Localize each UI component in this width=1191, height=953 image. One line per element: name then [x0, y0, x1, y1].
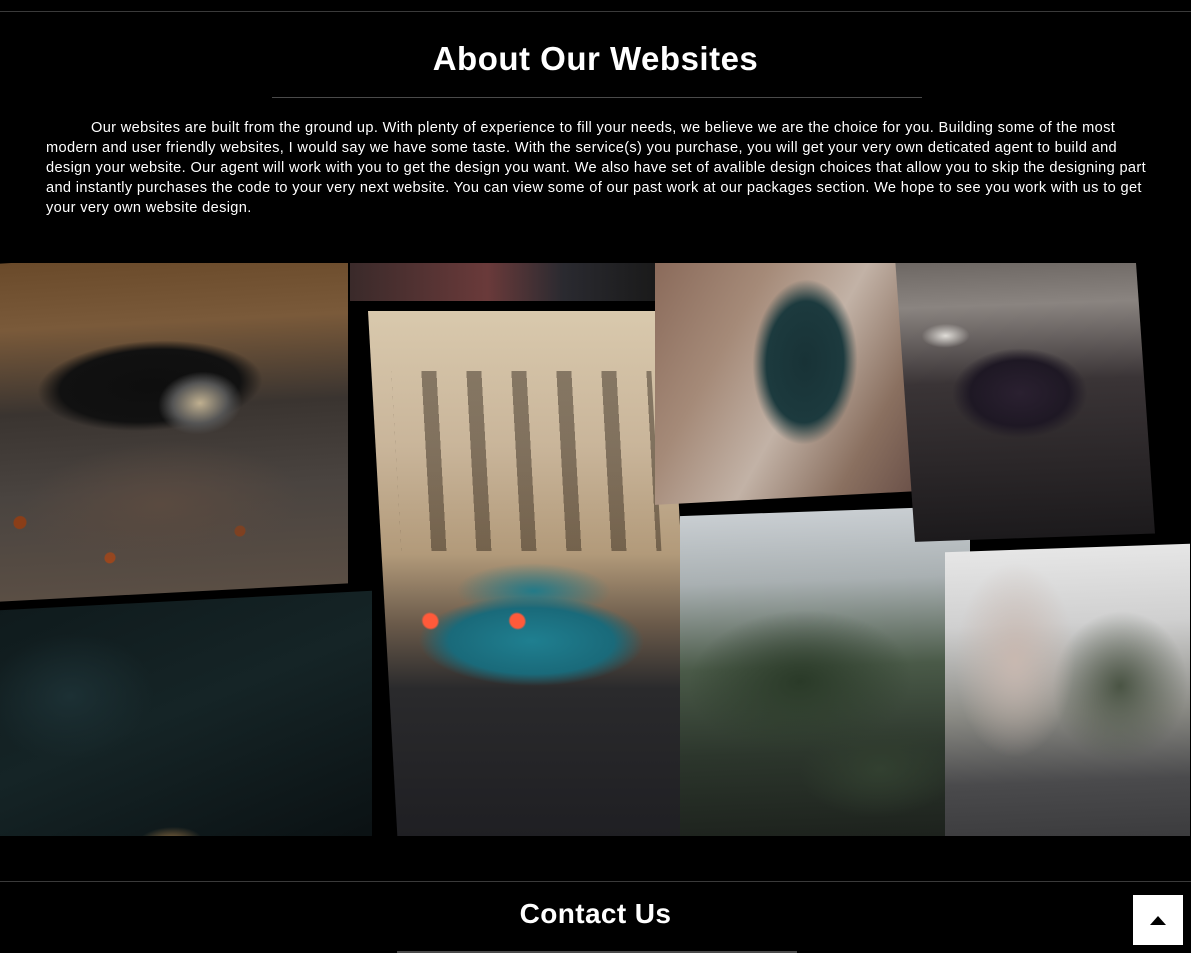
top-divider [0, 11, 1191, 12]
gallery-image-city-street [945, 543, 1190, 836]
gallery-image-porsche-autumn [0, 263, 348, 603]
about-paragraph: Our websites are built from the ground u… [46, 120, 1147, 216]
gallery-image-blurred-trees [680, 505, 970, 836]
gallery-image-teal-skyline-building [368, 311, 699, 836]
gallery-image-overhead-green-car [655, 263, 917, 505]
gallery-image-red-blur-strip [350, 263, 655, 301]
contact-divider [0, 881, 1191, 882]
about-title: About Our Websites [432, 40, 759, 77]
scroll-to-top-button[interactable] [1133, 895, 1183, 945]
about-title-underline [272, 97, 922, 98]
gallery-image-purple-gtr [895, 263, 1155, 542]
gallery-image-dark-teal-abstract [0, 590, 372, 836]
arrow-up-icon [1150, 915, 1166, 925]
contact-title: Contact Us [519, 898, 672, 929]
photo-gallery [0, 263, 1191, 836]
